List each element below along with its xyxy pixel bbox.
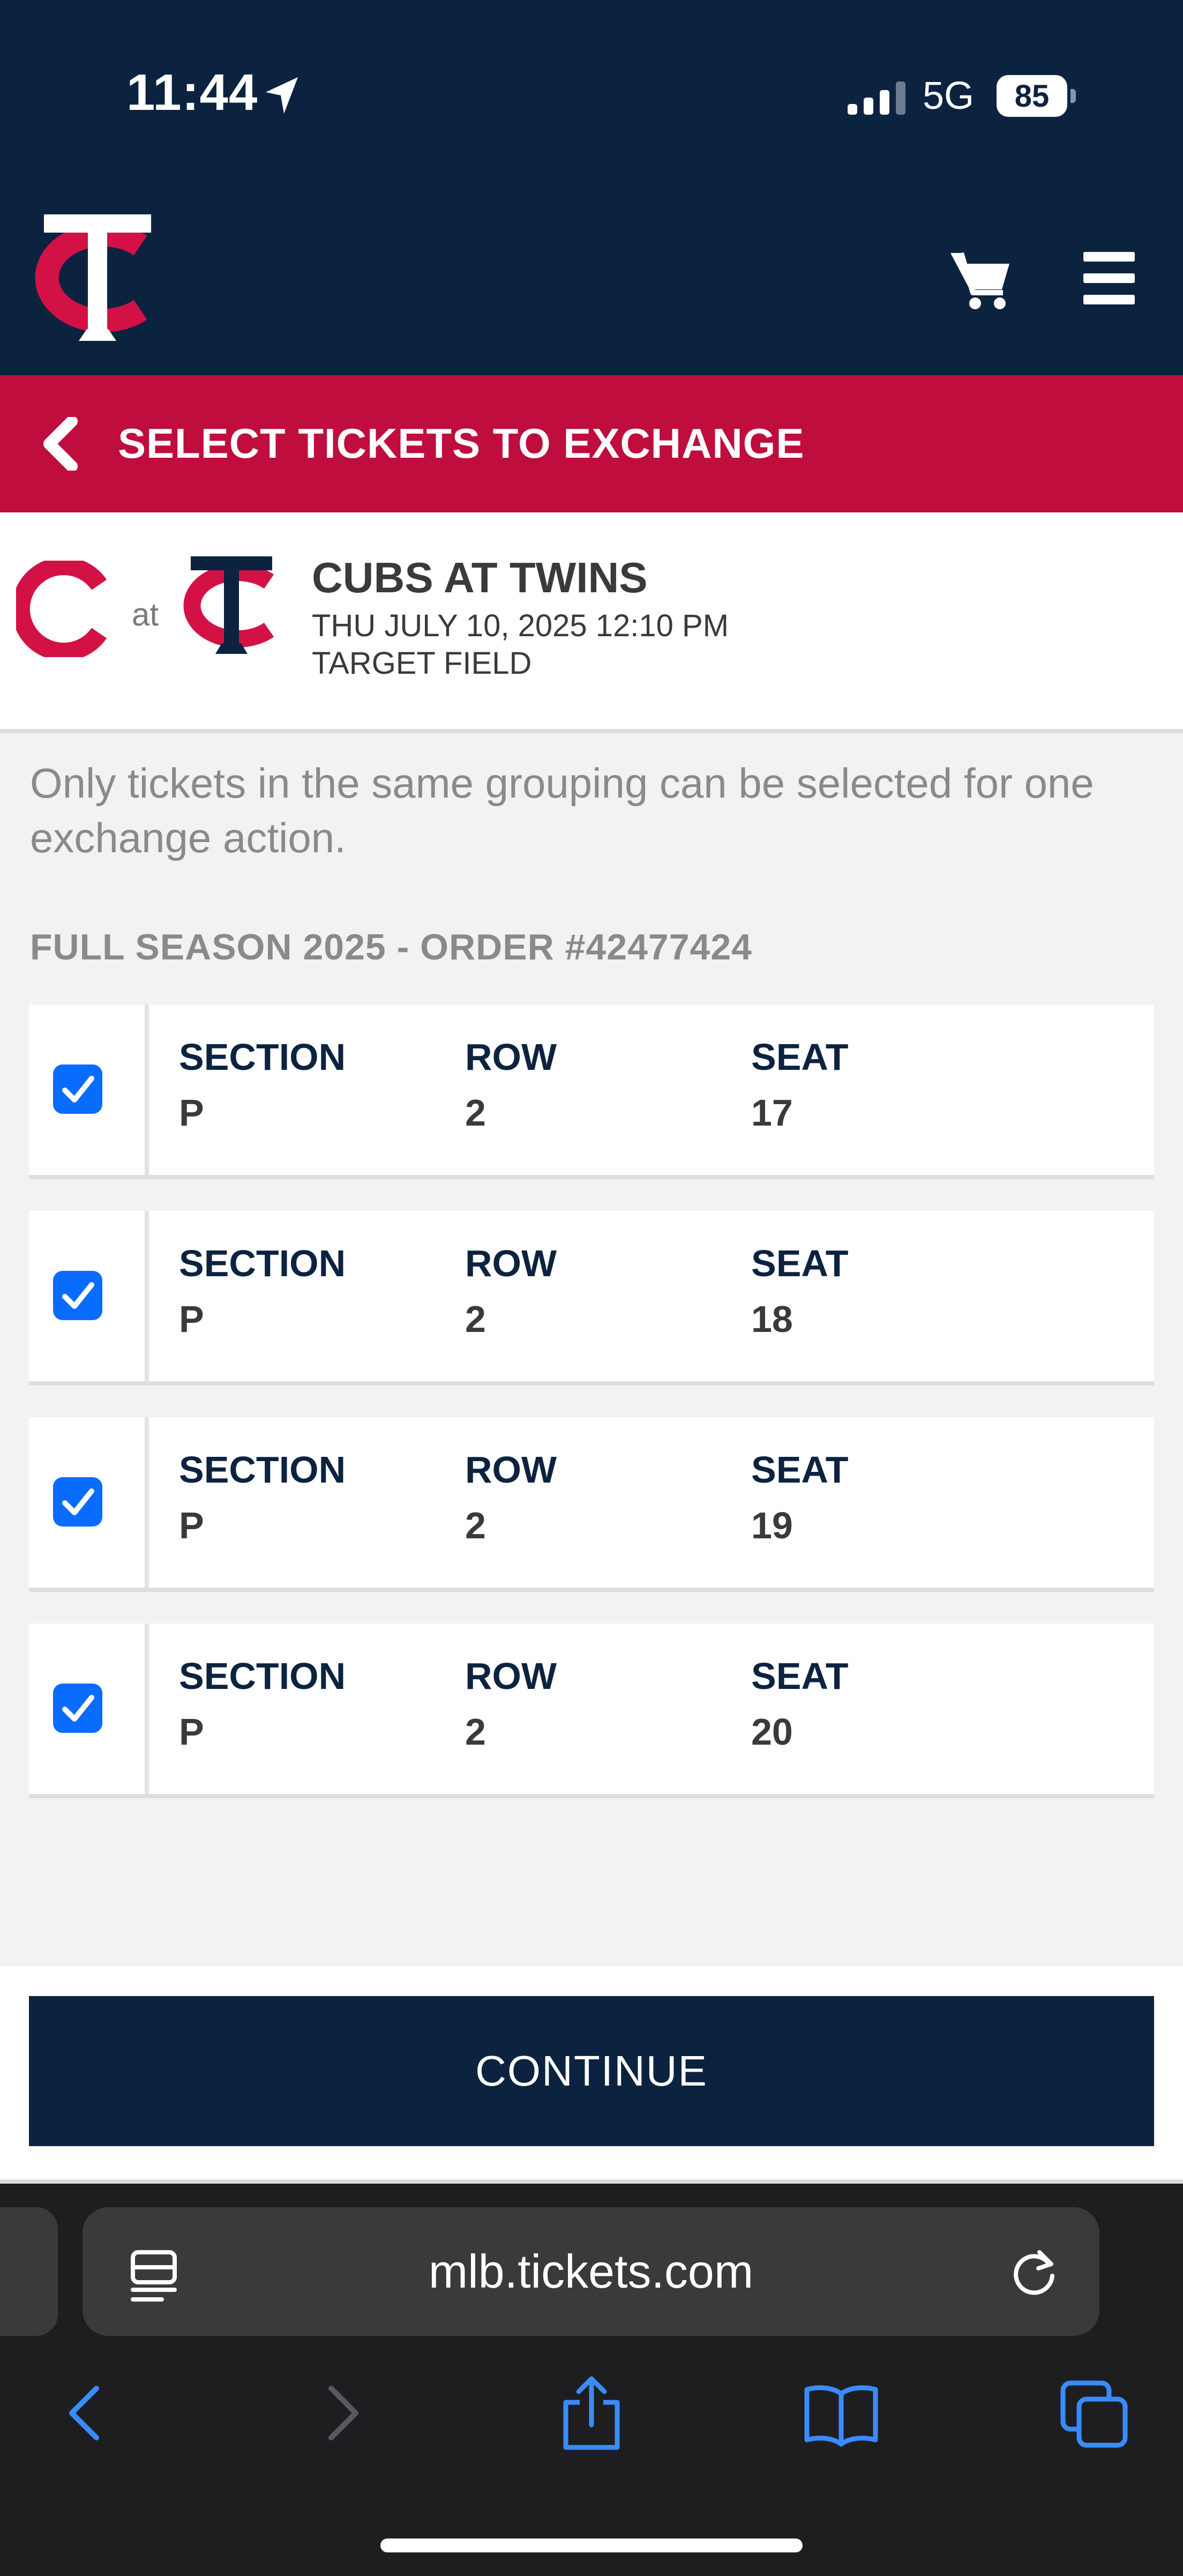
row-header: ROW bbox=[465, 1655, 557, 1697]
seat-row[interactable]: SECTION ROW SEAT P 2 18 bbox=[29, 1211, 1154, 1386]
seat-header: SEAT bbox=[751, 1655, 849, 1697]
row-value: 2 bbox=[465, 1092, 486, 1134]
section-header: SECTION bbox=[179, 1655, 346, 1697]
signal-strength-icon bbox=[848, 81, 905, 115]
forward-arrow-icon bbox=[328, 2386, 358, 2440]
game-title: CUBS AT TWINS bbox=[312, 554, 648, 601]
section-header: SECTION bbox=[179, 1449, 346, 1491]
ticket-group-label: FULL SEASON 2025 - ORDER #42477424 bbox=[30, 927, 752, 967]
row-header: ROW bbox=[465, 1036, 557, 1078]
location-arrow-icon bbox=[266, 77, 298, 114]
seat-row[interactable]: SECTION ROW SEAT P 2 19 bbox=[29, 1417, 1154, 1592]
section-value: P bbox=[179, 1505, 204, 1546]
seat-checkbox[interactable] bbox=[53, 1684, 102, 1733]
twins-tc-logo-icon[interactable] bbox=[28, 208, 167, 347]
section-header: SECTION bbox=[179, 1242, 346, 1284]
exchange-note: Only tickets in the same grouping can be… bbox=[30, 760, 1094, 861]
seat-row[interactable]: SECTION ROW SEAT P 2 17 bbox=[29, 1004, 1154, 1179]
chevron-left-icon[interactable] bbox=[42, 417, 79, 471]
checkbox-cell bbox=[29, 1417, 149, 1588]
at-label: at bbox=[132, 597, 159, 632]
seat-header: SEAT bbox=[751, 1242, 849, 1284]
row-value: 2 bbox=[465, 1711, 486, 1753]
section-value: P bbox=[179, 1092, 204, 1134]
home-indicator bbox=[380, 2538, 803, 2552]
seat-value: 18 bbox=[751, 1298, 793, 1340]
row-header: ROW bbox=[465, 1242, 557, 1284]
app-header bbox=[0, 0, 1183, 375]
seat-row[interactable]: SECTION ROW SEAT P 2 20 bbox=[29, 1624, 1154, 1798]
network-type: 5G bbox=[923, 75, 975, 117]
cart-icon[interactable] bbox=[949, 248, 1014, 312]
status-time: 11:44 bbox=[126, 64, 258, 121]
row-value: 2 bbox=[465, 1505, 486, 1546]
game-datetime: THU JULY 10, 2025 12:10 PM bbox=[312, 608, 729, 643]
checkbox-cell bbox=[29, 1004, 149, 1175]
seat-header: SEAT bbox=[751, 1036, 849, 1078]
share-icon[interactable] bbox=[560, 2376, 623, 2451]
game-venue: TARGET FIELD bbox=[312, 646, 532, 681]
seat-checkbox[interactable] bbox=[53, 1477, 102, 1527]
seat-checkbox[interactable] bbox=[53, 1271, 102, 1320]
battery-level: 85 bbox=[1014, 78, 1050, 114]
reader-icon[interactable] bbox=[130, 2249, 178, 2303]
tabs-icon[interactable] bbox=[1060, 2376, 1129, 2451]
row-header: ROW bbox=[465, 1449, 557, 1491]
section-header: SECTION bbox=[179, 1036, 346, 1078]
seat-checkbox[interactable] bbox=[53, 1064, 102, 1114]
seat-value: 17 bbox=[751, 1092, 793, 1134]
section-value: P bbox=[179, 1711, 204, 1753]
bookmarks-icon[interactable] bbox=[804, 2376, 879, 2451]
url-text[interactable]: mlb.tickets.com bbox=[83, 2207, 1099, 2336]
checkbox-cell bbox=[29, 1211, 149, 1381]
row-value: 2 bbox=[465, 1298, 486, 1340]
twins-logo-icon bbox=[183, 556, 274, 654]
previous-tab-peek[interactable] bbox=[0, 2207, 58, 2336]
reload-icon[interactable] bbox=[1007, 2246, 1061, 2299]
seat-header: SEAT bbox=[751, 1449, 849, 1491]
page-title: SELECT TICKETS TO EXCHANGE bbox=[118, 420, 805, 467]
continue-button[interactable]: CONTINUE bbox=[29, 1996, 1154, 2146]
seat-value: 20 bbox=[751, 1711, 793, 1753]
section-value: P bbox=[179, 1298, 204, 1340]
hamburger-menu-icon[interactable] bbox=[1083, 252, 1135, 304]
cubs-logo-icon bbox=[16, 561, 107, 657]
seat-value: 19 bbox=[751, 1505, 793, 1546]
checkbox-cell bbox=[29, 1624, 149, 1794]
battery-icon: 85 bbox=[997, 75, 1077, 117]
back-arrow-icon[interactable] bbox=[62, 2376, 107, 2451]
